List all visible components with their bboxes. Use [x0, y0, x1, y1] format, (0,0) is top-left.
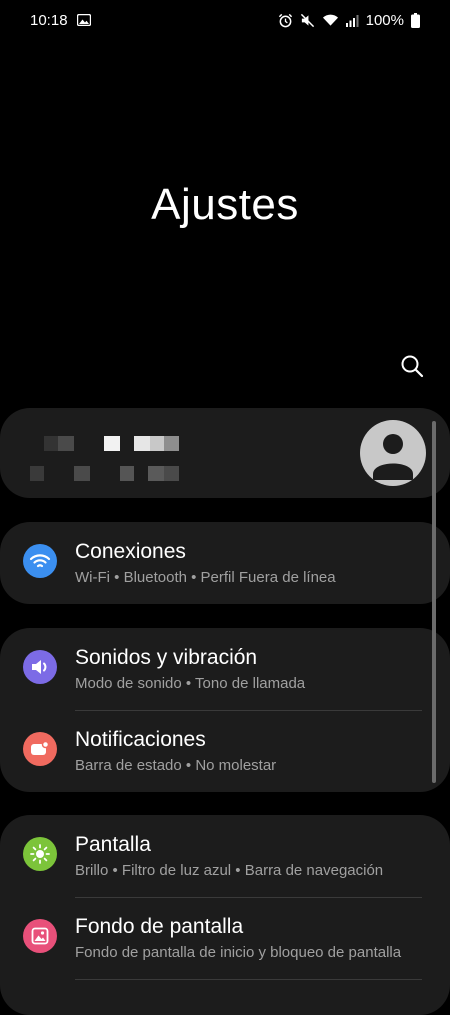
menu-item-subtitle: Barra de estado • No molestar — [75, 757, 277, 774]
status-time: 10:18 — [30, 11, 68, 29]
menu-item-subtitle: Brillo • Filtro de luz azul • Barra de n… — [75, 862, 384, 879]
wallpaper-icon — [23, 919, 57, 953]
mute-icon — [300, 13, 314, 27]
image-icon — [76, 14, 91, 26]
divider — [75, 979, 422, 980]
signal-icon — [345, 14, 359, 27]
wifi-icon — [322, 14, 338, 26]
menu-item-connections[interactable]: Conexiones Wi-Fi • Bluetooth • Perfil Fu… — [0, 522, 450, 604]
brightness-icon — [23, 837, 57, 871]
menu-item-title: Fondo de pantalla — [75, 915, 244, 938]
person-icon — [373, 434, 413, 480]
status-bar: 10:18 100% — [0, 0, 450, 40]
notification-icon — [23, 732, 57, 766]
scrollbar[interactable] — [432, 421, 436, 783]
battery-percent: 100% — [365, 11, 404, 29]
avatar[interactable] — [360, 420, 426, 486]
menu-item-sounds[interactable]: Sonidos y vibración Modo de sonido • Ton… — [0, 628, 450, 710]
alarm-icon — [278, 13, 292, 27]
search-icon — [401, 355, 424, 378]
menu-item-title: Notificaciones — [75, 728, 206, 751]
menu-item-notifications[interactable]: Notificaciones Barra de estado • No mole… — [0, 710, 450, 792]
speaker-icon — [23, 650, 57, 684]
menu-item-title: Conexiones — [75, 540, 186, 563]
sound-notifications-card: Sonidos y vibración Modo de sonido • Ton… — [0, 628, 450, 792]
menu-item-wallpaper[interactable]: Fondo de pantalla Fondo de pantalla de i… — [0, 897, 450, 979]
menu-item-title: Pantalla — [75, 833, 151, 856]
display-card: Pantalla Brillo • Filtro de luz azul • B… — [0, 815, 450, 1015]
profile-card[interactable] — [0, 408, 450, 498]
battery-icon — [411, 12, 420, 28]
connections-card: Conexiones Wi-Fi • Bluetooth • Perfil Fu… — [0, 522, 450, 604]
wifi-icon — [23, 544, 57, 578]
search-button[interactable] — [398, 352, 426, 380]
menu-item-title: Sonidos y vibración — [75, 646, 258, 669]
menu-item-subtitle: Wi-Fi • Bluetooth • Perfil Fuera de líne… — [75, 569, 336, 586]
menu-item-subtitle: Fondo de pantalla de inicio y bloqueo de… — [75, 944, 402, 961]
menu-item-subtitle: Modo de sonido • Tono de llamada — [75, 675, 306, 692]
menu-item-display[interactable]: Pantalla Brillo • Filtro de luz azul • B… — [0, 815, 450, 897]
page-title: Ajustes — [151, 180, 299, 229]
